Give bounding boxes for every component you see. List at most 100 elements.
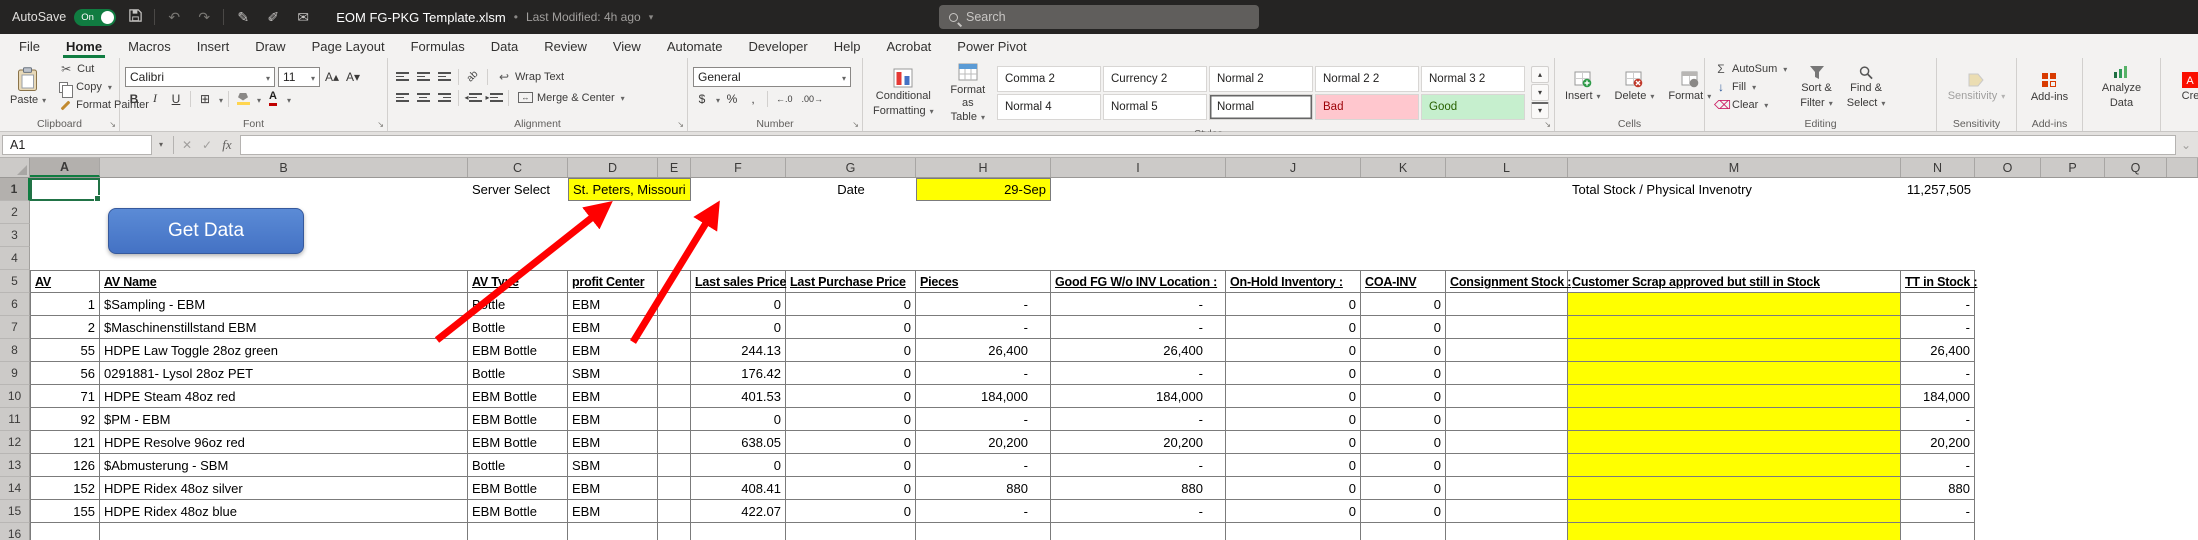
cell-E10[interactable] [658, 385, 691, 408]
cell-P14[interactable] [2041, 477, 2105, 500]
cell-L3[interactable] [1446, 224, 1568, 247]
cell-F10[interactable]: 401.53 [691, 385, 786, 408]
cell-K9[interactable]: 0 [1361, 362, 1446, 385]
cell-J13[interactable]: 0 [1226, 454, 1361, 477]
row-header-14[interactable]: 14 [0, 477, 30, 500]
cell-J8[interactable]: 0 [1226, 339, 1361, 362]
increase-font-size-icon[interactable]: A▴ [323, 68, 341, 86]
cell-Q14[interactable] [2105, 477, 2167, 500]
row-header-5[interactable]: 5 [0, 270, 30, 293]
cell-I3[interactable] [1051, 224, 1226, 247]
font-color-button[interactable]: A [264, 90, 282, 108]
cell-Q13[interactable] [2105, 454, 2167, 477]
cell-N10[interactable]: 184,000 [1901, 385, 1975, 408]
cell-G14[interactable]: 0 [786, 477, 916, 500]
cell-F16[interactable] [691, 523, 786, 540]
tab-acrobat[interactable]: Acrobat [873, 34, 944, 58]
cell-F12[interactable]: 638.05 [691, 431, 786, 454]
italic-button[interactable]: I [146, 90, 164, 108]
get-data-button[interactable]: Get Data [108, 208, 304, 254]
cell-O1[interactable] [1975, 178, 2041, 201]
cell-C13[interactable]: Bottle [468, 454, 568, 477]
gallery-down-icon[interactable]: ▾ [1531, 84, 1549, 101]
cell-B5[interactable]: AV Name [100, 270, 468, 293]
cell-F7[interactable]: 0 [691, 316, 786, 339]
cell-K14[interactable]: 0 [1361, 477, 1446, 500]
cell-C8[interactable]: EBM Bottle [468, 339, 568, 362]
cell-I10[interactable]: 184,000 [1051, 385, 1226, 408]
cell-Q16[interactable] [2105, 523, 2167, 540]
save-icon[interactable] [124, 8, 146, 26]
cell-Q11[interactable] [2105, 408, 2167, 431]
cell-G16[interactable] [786, 523, 916, 540]
tab-home[interactable]: Home [53, 34, 115, 58]
style-currency-2[interactable]: Currency 2 [1103, 66, 1207, 92]
cell-Q12[interactable] [2105, 431, 2167, 454]
cell-N7[interactable]: - [1901, 316, 1975, 339]
cell-N12[interactable]: 20,200 [1901, 431, 1975, 454]
cell-H1[interactable]: 29-Sep [916, 178, 1051, 201]
cell-I15[interactable]: - [1051, 500, 1226, 523]
cell-H7[interactable]: - [916, 316, 1051, 339]
cell-P6[interactable] [2041, 293, 2105, 316]
styles-dialog-launcher[interactable]: ↘ [1544, 120, 1551, 129]
cell-D16[interactable] [568, 523, 658, 540]
cell-N4[interactable] [1901, 247, 1975, 270]
cell-O6[interactable] [1975, 293, 2041, 316]
cell-H12[interactable]: 20,200 [916, 431, 1051, 454]
cell-J16[interactable] [1226, 523, 1361, 540]
cell-E9[interactable] [658, 362, 691, 385]
cell-P4[interactable] [2041, 247, 2105, 270]
cell-D1[interactable]: St. Peters, Missouri [568, 178, 691, 201]
column-header-M[interactable]: M [1568, 158, 1901, 177]
cell-J14[interactable]: 0 [1226, 477, 1361, 500]
tab-file[interactable]: File [6, 34, 53, 58]
cell-O13[interactable] [1975, 454, 2041, 477]
cell-J3[interactable] [1226, 224, 1361, 247]
align-middle-button[interactable] [414, 68, 432, 86]
cell-Q8[interactable] [2105, 339, 2167, 362]
column-header-O[interactable]: O [1975, 158, 2041, 177]
cell-C9[interactable]: Bottle [468, 362, 568, 385]
cell-G4[interactable] [786, 247, 916, 270]
cell-B1[interactable] [100, 178, 468, 201]
cell-P2[interactable] [2041, 201, 2105, 224]
cell-F5[interactable]: Last sales Price [691, 270, 786, 293]
row-header-15[interactable]: 15 [0, 500, 30, 523]
cell-J12[interactable]: 0 [1226, 431, 1361, 454]
cell-D9[interactable]: SBM [568, 362, 658, 385]
cell-K10[interactable]: 0 [1361, 385, 1446, 408]
cell-M4[interactable] [1568, 247, 1901, 270]
wrap-text-button[interactable]: ↩Wrap Text [493, 68, 568, 85]
cell-K15[interactable]: 0 [1361, 500, 1446, 523]
cell-L6[interactable] [1446, 293, 1568, 316]
cell-E14[interactable] [658, 477, 691, 500]
row-header-3[interactable]: 3 [0, 224, 30, 247]
cell-M1[interactable]: Total Stock / Physical Invenotry [1568, 178, 1901, 201]
cell-D14[interactable]: EBM [568, 477, 658, 500]
decrease-font-size-icon[interactable]: A▾ [344, 68, 362, 86]
column-header-B[interactable]: B [100, 158, 468, 177]
cell-Q4[interactable] [2105, 247, 2167, 270]
cell-A2[interactable] [30, 201, 100, 224]
cell-A4[interactable] [30, 247, 100, 270]
cell-overflow-3[interactable] [2167, 224, 2198, 247]
cell-J10[interactable]: 0 [1226, 385, 1361, 408]
font-size-select[interactable]: 11 [278, 67, 320, 87]
cell-L7[interactable] [1446, 316, 1568, 339]
enter-icon[interactable]: ✓ [197, 138, 217, 152]
row-header-8[interactable]: 8 [0, 339, 30, 362]
cell-F3[interactable] [691, 224, 786, 247]
tab-draw[interactable]: Draw [242, 34, 298, 58]
cell-D5[interactable]: profit Center [568, 270, 658, 293]
cell-A6[interactable]: 1 [30, 293, 100, 316]
cell-P16[interactable] [2041, 523, 2105, 540]
insert-cells-button[interactable]: Insert [1560, 69, 1606, 105]
percent-style-button[interactable]: % [723, 90, 741, 108]
column-header-F[interactable]: F [691, 158, 786, 177]
cell-G2[interactable] [786, 201, 916, 224]
align-right-button[interactable] [435, 89, 453, 107]
addins-button[interactable]: Add-ins [2026, 69, 2073, 106]
style-good[interactable]: Good [1421, 94, 1525, 120]
cell-Q9[interactable] [2105, 362, 2167, 385]
